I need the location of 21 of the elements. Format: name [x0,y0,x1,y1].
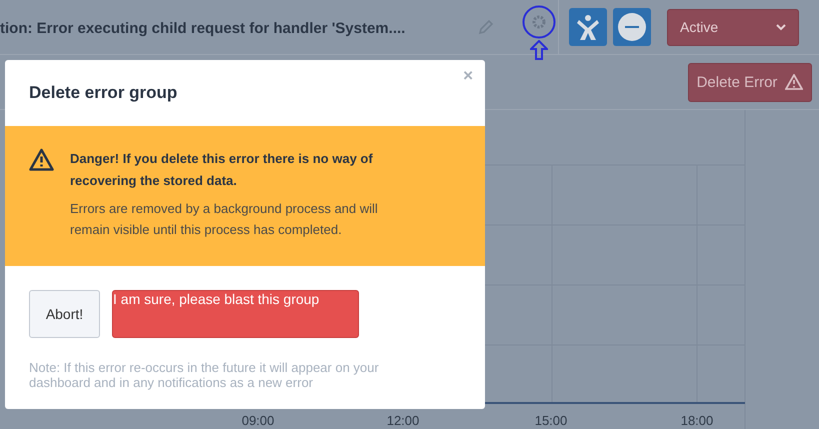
time-label: 18:00 [680,413,714,428]
dialog-title: Delete error group [29,83,178,103]
delete-error-button[interactable]: Delete Error [688,62,812,102]
confirm-button[interactable]: I am sure, please blast this group [112,290,359,338]
status-dropdown[interactable]: Active [667,8,799,46]
danger-heading: Danger! If you delete this error there is no way of recovering the stored data. [70,150,374,190]
time-label: 12:00 [386,413,420,428]
close-button[interactable]: × [463,66,473,86]
chevron-down-icon [776,24,786,30]
error-title: tion: Error executing child request for handler 'System.... [0,18,406,36]
round-logo-icon[interactable] [613,8,651,46]
figure-app-icon[interactable] [569,8,607,46]
gear-icon[interactable] [522,4,556,38]
warning-icon [29,148,54,171]
arrow-up-icon [530,40,548,60]
time-label: 09:00 [242,413,274,428]
note-text: Note: If this error re-occurs in the future it will appear on your dashboard and in any notifications as a new error [28,359,380,390]
time-label: 15:00 [534,413,568,428]
warning-icon [785,74,804,90]
danger-text: Errors are removed by a background process and will remain visible until this process has completed. [70,200,379,239]
abort-button[interactable]: Abort! [29,290,100,338]
